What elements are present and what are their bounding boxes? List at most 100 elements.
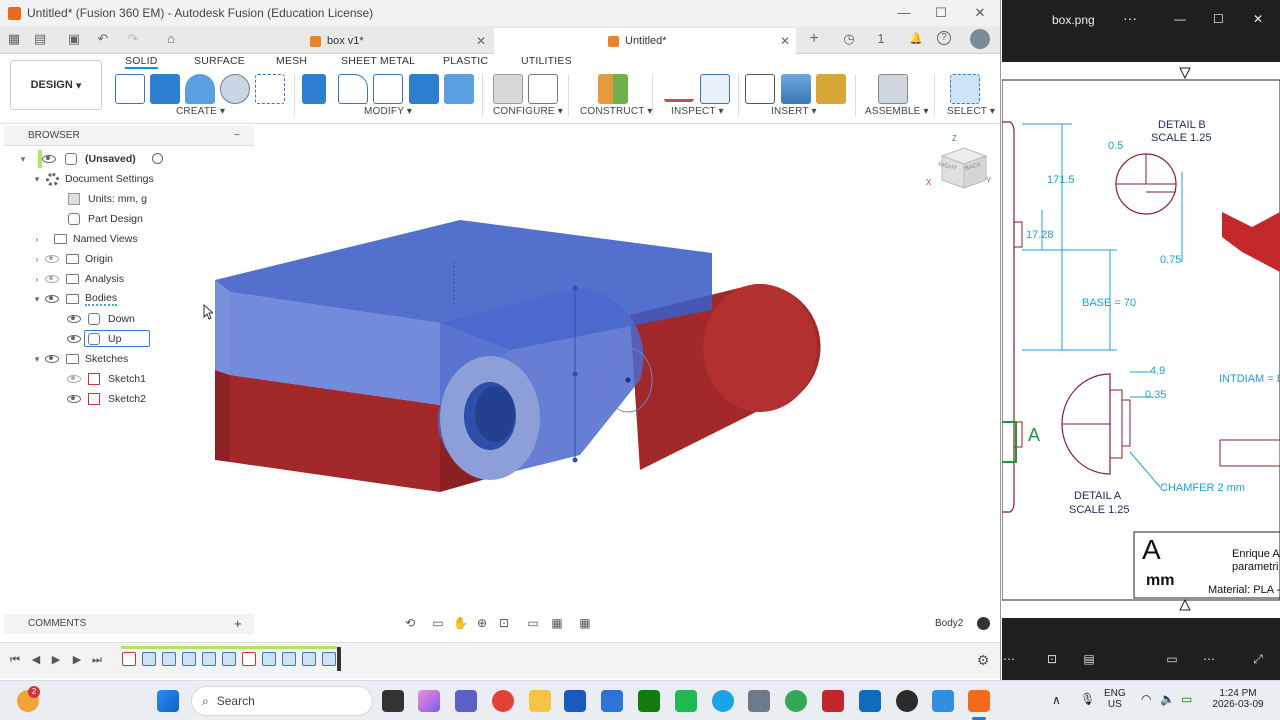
- select-menu[interactable]: SELECT ▾: [947, 106, 995, 117]
- photos-icon[interactable]: [932, 690, 954, 712]
- orbit-icon[interactable]: ⟲: [403, 616, 417, 630]
- zoom-icon[interactable]: ⊕: [475, 616, 489, 630]
- timeline-step[interactable]: [182, 652, 196, 666]
- create-sketch-icon[interactable]: [115, 74, 145, 104]
- browser-item-part-design[interactable]: Part Design: [64, 210, 143, 228]
- language-indicator[interactable]: ENG US: [1104, 688, 1126, 710]
- browser-item-up[interactable]: Up: [64, 330, 150, 348]
- options-icon[interactable]: ⋯: [1202, 652, 1216, 666]
- text-extract-icon[interactable]: ▤: [1082, 652, 1096, 666]
- browser-item-origin[interactable]: › Origin: [32, 250, 114, 268]
- joint-icon[interactable]: [878, 74, 908, 104]
- file-explorer-icon[interactable]: [529, 690, 551, 712]
- more-options-icon[interactable]: ···: [1123, 10, 1137, 26]
- tab-mesh[interactable]: MESH: [276, 55, 307, 67]
- minimize-button[interactable]: —: [885, 0, 923, 26]
- redo-icon[interactable]: ↷: [125, 31, 141, 47]
- timeline-marker[interactable]: [337, 647, 341, 671]
- image-close-button[interactable]: ✕: [1253, 12, 1263, 26]
- timeline-sketch-step[interactable]: [122, 652, 136, 666]
- configure-icon[interactable]: [493, 74, 523, 104]
- save-icon[interactable]: ▣: [66, 31, 82, 47]
- insert-menu[interactable]: INSERT ▾: [771, 106, 817, 117]
- insert-mesh-icon[interactable]: [816, 74, 846, 104]
- align-icon[interactable]: [444, 74, 474, 104]
- activate-radio-icon[interactable]: [152, 153, 163, 164]
- tab-sheet-metal[interactable]: SHEET METAL: [341, 55, 415, 67]
- viewcube[interactable]: RIGHT BACK Z X Y: [926, 134, 991, 189]
- status-indicator-icon[interactable]: [977, 617, 990, 630]
- browser-item-sketch1[interactable]: Sketch1: [64, 370, 146, 388]
- start-button-icon[interactable]: [157, 690, 179, 712]
- tab-surface[interactable]: SURFACE: [194, 55, 245, 67]
- pan-icon[interactable]: ✋: [453, 616, 468, 630]
- tab-plastic[interactable]: PLASTIC: [443, 55, 488, 67]
- crop-icon[interactable]: ⊡: [1045, 652, 1059, 666]
- press-pull-icon[interactable]: [302, 74, 326, 104]
- timeline-step[interactable]: [162, 652, 176, 666]
- browser-item-units[interactable]: Units: mm, g: [64, 190, 147, 208]
- inspect-menu[interactable]: INSPECT ▾: [671, 106, 724, 117]
- home-icon[interactable]: ⌂: [163, 31, 179, 47]
- chrome-profile-icon[interactable]: [785, 690, 807, 712]
- outlook-icon[interactable]: [859, 690, 881, 712]
- teams-icon[interactable]: [455, 690, 477, 712]
- timeline-step[interactable]: [222, 652, 236, 666]
- word-icon[interactable]: [564, 690, 586, 712]
- copilot-icon[interactable]: [418, 690, 440, 712]
- browser-item-document-settings[interactable]: ▾ Document Settings: [32, 170, 154, 188]
- timeline-step[interactable]: [202, 652, 216, 666]
- tray-overflow-icon[interactable]: ∧: [1052, 693, 1061, 707]
- pattern-icon[interactable]: [255, 74, 285, 104]
- assemble-menu[interactable]: ASSEMBLE ▾: [865, 106, 929, 117]
- insert-derive-icon[interactable]: [745, 74, 775, 104]
- fusion-taskbar-icon[interactable]: [968, 690, 990, 712]
- fillet-icon[interactable]: [338, 74, 368, 104]
- timeline-last-button[interactable]: ⏭: [90, 653, 104, 667]
- grid-menu-icon[interactable]: ▦: [6, 31, 22, 47]
- online-status-icon[interactable]: ◷: [841, 31, 857, 47]
- user-avatar[interactable]: [970, 29, 990, 49]
- create-menu[interactable]: CREATE ▾: [176, 106, 225, 117]
- add-comment-icon[interactable]: +: [234, 614, 242, 634]
- browser-header[interactable]: BROWSER −: [4, 126, 254, 146]
- timeline-prev-button[interactable]: ◀: [29, 653, 43, 667]
- configure-menu[interactable]: CONFIGURE ▾: [493, 106, 563, 117]
- calculator-icon[interactable]: [748, 690, 770, 712]
- browser-item-sketches[interactable]: ▾ Sketches: [32, 350, 128, 368]
- wifi-icon[interactable]: ◠: [1141, 692, 1151, 706]
- display-settings-icon[interactable]: ▭: [526, 616, 540, 630]
- fit-icon[interactable]: ⊡: [497, 616, 511, 630]
- browser-item-named-views[interactable]: › Named Views: [32, 230, 138, 248]
- timeline-extrude-step[interactable]: [142, 652, 156, 666]
- task-view-icon[interactable]: [382, 690, 404, 712]
- shell-icon[interactable]: [373, 74, 403, 104]
- tab-solid[interactable]: SOLID: [125, 55, 158, 69]
- new-tab-icon[interactable]: +: [806, 31, 822, 47]
- app-icon[interactable]: [675, 690, 697, 712]
- image-minimize-button[interactable]: —: [1174, 12, 1186, 26]
- timeline-step[interactable]: [322, 652, 336, 666]
- insert-canvas-icon[interactable]: [781, 74, 811, 104]
- close-tab-icon[interactable]: ✕: [476, 34, 486, 48]
- construct-menu[interactable]: CONSTRUCT ▾: [580, 106, 653, 117]
- volume-icon[interactable]: 🔈: [1160, 692, 1175, 706]
- body-down[interactable]: [215, 370, 230, 462]
- chrome-icon[interactable]: [492, 690, 514, 712]
- grid-settings-icon[interactable]: ▦: [550, 616, 564, 630]
- timeline-step[interactable]: [282, 652, 296, 666]
- slideshow-icon[interactable]: ▭: [1165, 652, 1179, 666]
- measure-icon[interactable]: [664, 82, 694, 102]
- timeline-step[interactable]: [262, 652, 276, 666]
- clock[interactable]: 1:24 PM 2026-03-09: [1210, 688, 1266, 710]
- hole-icon[interactable]: [220, 74, 250, 104]
- viewports-icon[interactable]: ▦: [578, 616, 592, 630]
- notifications-icon[interactable]: 🔔: [908, 31, 924, 47]
- combine-icon[interactable]: [409, 74, 439, 104]
- more-icon[interactable]: ⋯: [1002, 652, 1016, 666]
- workspace-switcher[interactable]: DESIGN ▾: [10, 60, 102, 110]
- offset-plane-icon[interactable]: [598, 74, 628, 104]
- timeline-first-button[interactable]: ⏮: [8, 653, 22, 667]
- model-viewport[interactable]: [200, 200, 840, 510]
- close-button[interactable]: ✕: [961, 0, 999, 26]
